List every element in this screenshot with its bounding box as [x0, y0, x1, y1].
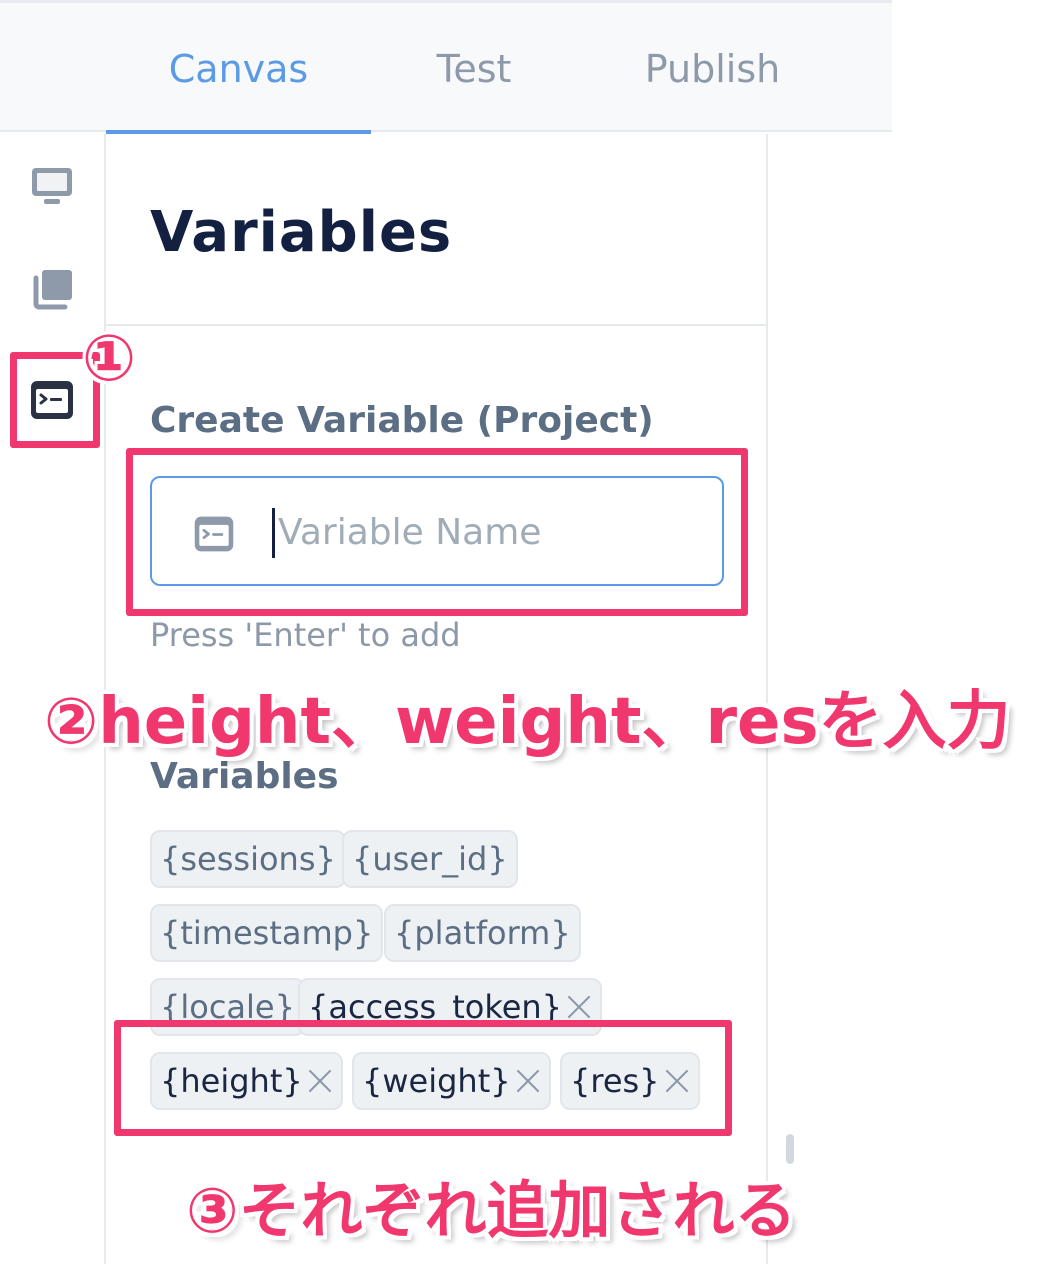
variable-chip: {user_id} [342, 830, 518, 888]
variables-list-label: Variables [150, 756, 339, 797]
tab-canvas[interactable]: Canvas [106, 3, 371, 135]
create-variable-label: Create Variable (Project) [150, 400, 654, 441]
annotation-step-2: ②height、weight、resを入力 [44, 685, 1011, 759]
variable-chip: {platform} [384, 904, 581, 962]
top-tab-bar: Canvas Test Publish [0, 0, 892, 135]
variable-chip-label: {user_id} [352, 840, 508, 878]
variable-chip-label: {sessions} [160, 840, 336, 878]
close-icon[interactable] [566, 994, 592, 1020]
pages-stack-icon[interactable] [24, 262, 80, 318]
enter-hint: Press 'Enter' to add [150, 616, 461, 654]
annotation-step-1: ① [82, 322, 137, 396]
highlight-box-new-variables [114, 1020, 732, 1136]
highlight-box-input [126, 448, 748, 616]
divider [106, 324, 768, 326]
tab-test[interactable]: Test [378, 3, 570, 135]
variable-chip-label: {platform} [394, 914, 571, 952]
annotation-step-3: ③それぞれ追加される [186, 1174, 797, 1247]
panel-title: Variables [150, 200, 453, 265]
monitor-icon[interactable] [24, 158, 80, 214]
tab-publish[interactable]: Publish [590, 3, 835, 135]
variable-chip: {timestamp} [150, 904, 384, 962]
variable-chip-label: {timestamp} [160, 914, 374, 952]
variable-chip: {sessions} [150, 830, 346, 888]
